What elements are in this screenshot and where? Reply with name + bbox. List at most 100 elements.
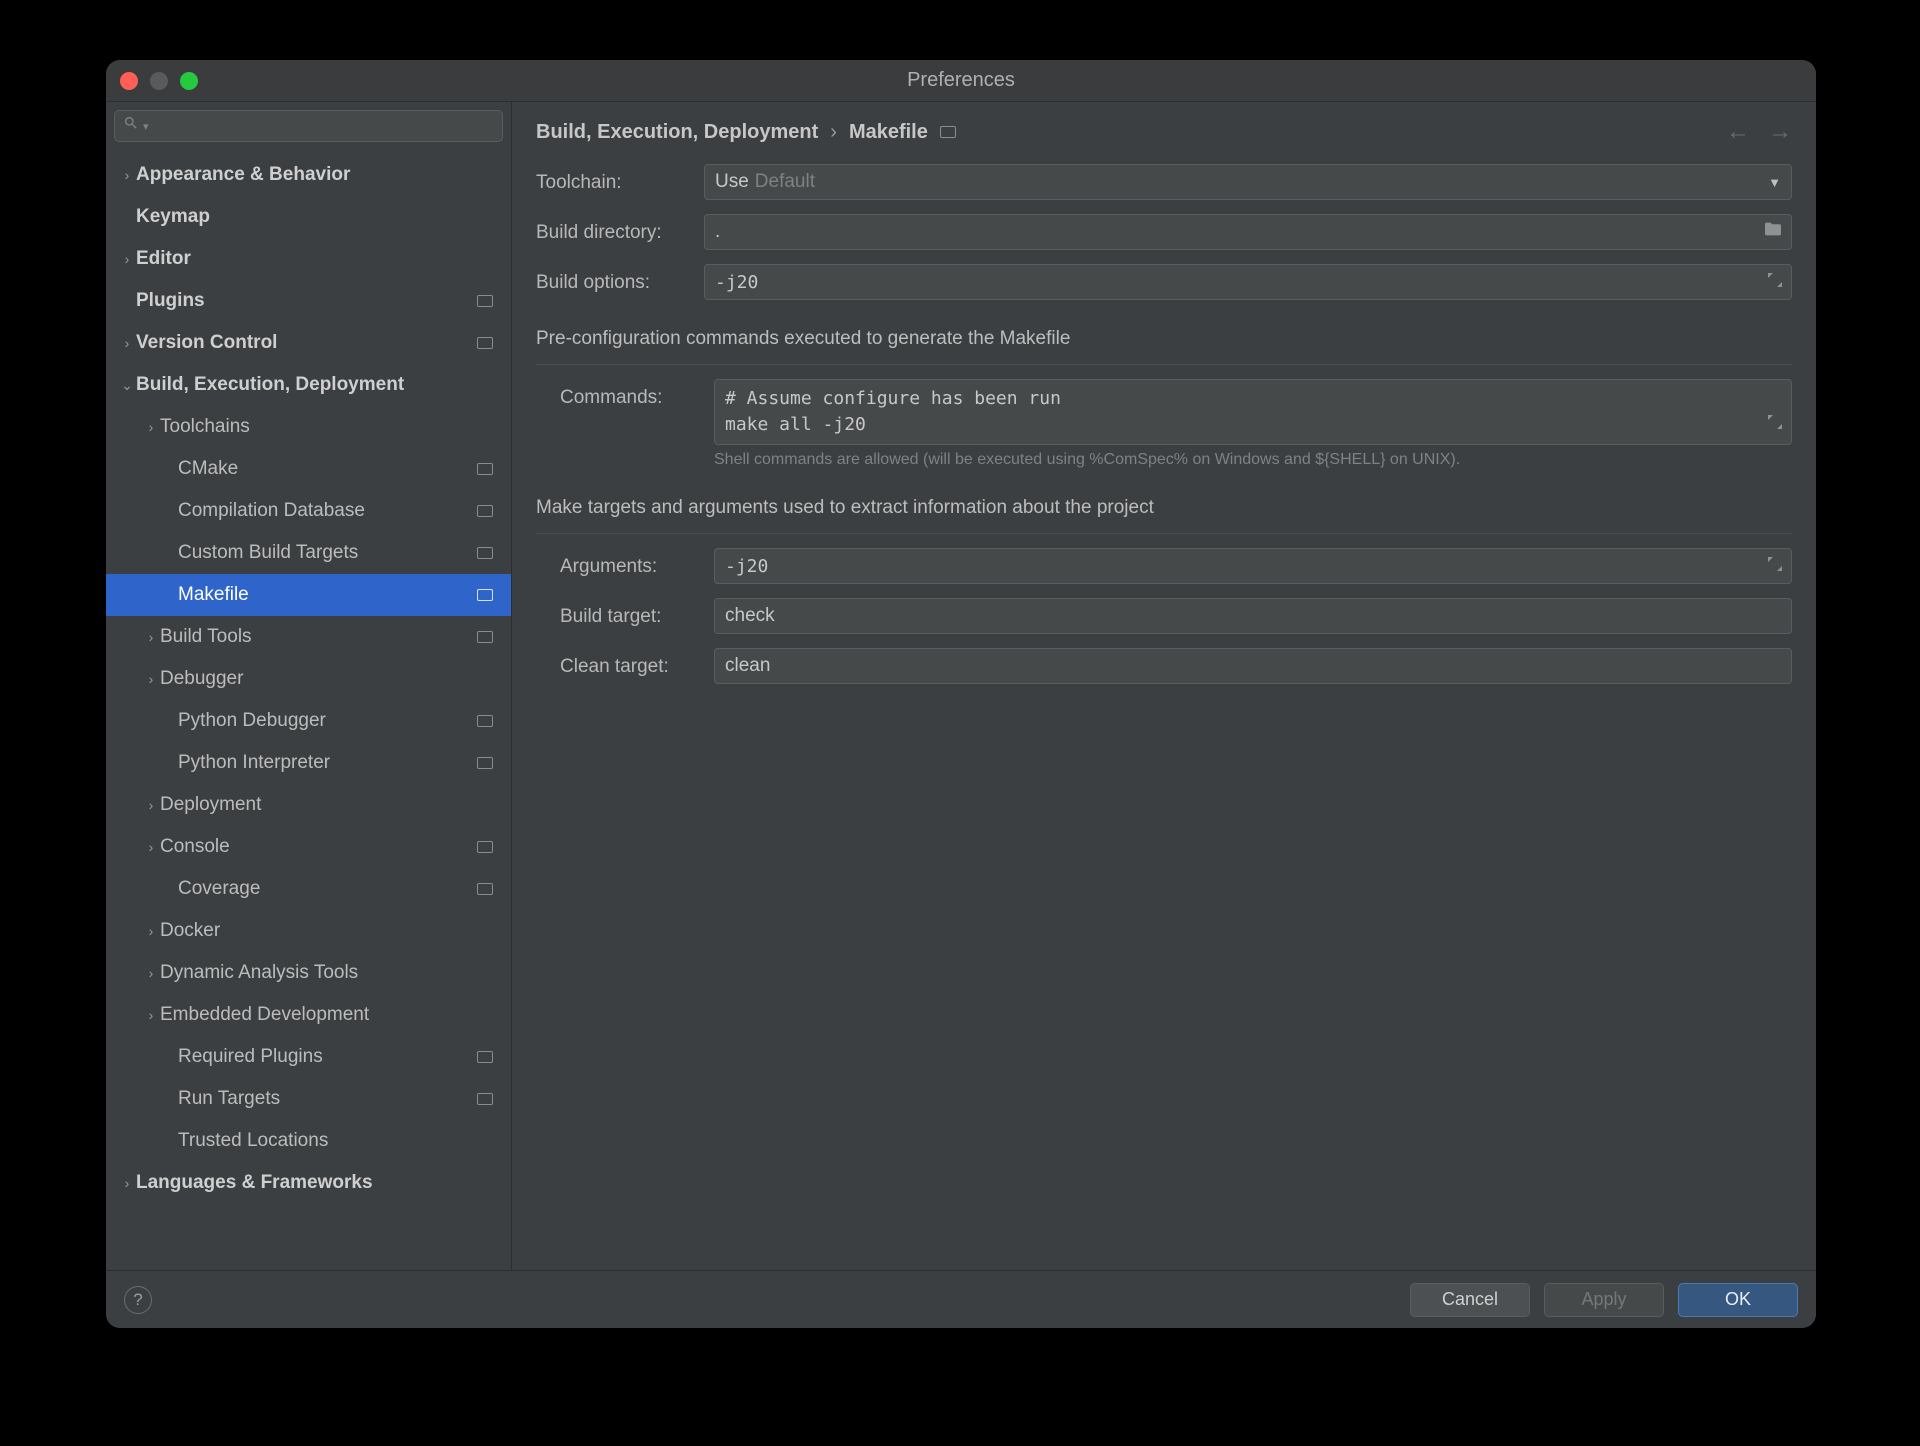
- sidebar-item-label: Trusted Locations: [178, 1130, 493, 1152]
- close-window[interactable]: [120, 72, 138, 90]
- sidebar-item-appearance-behavior[interactable]: ›Appearance & Behavior: [106, 154, 511, 196]
- sidebar-item-trusted-locations[interactable]: Trusted Locations: [106, 1120, 511, 1162]
- label-toolchain: Toolchain:: [536, 164, 692, 194]
- apply-button[interactable]: Apply: [1544, 1283, 1664, 1317]
- cancel-button[interactable]: Cancel: [1410, 1283, 1530, 1317]
- chevron-icon: ›: [142, 797, 160, 813]
- chevron-icon: [142, 503, 160, 519]
- sidebar-item-label: Compilation Database: [178, 500, 477, 522]
- sidebar-item-label: Python Debugger: [178, 710, 477, 732]
- sidebar-item-label: Docker: [160, 920, 493, 942]
- chevron-icon: [142, 461, 160, 477]
- ok-button[interactable]: OK: [1678, 1283, 1798, 1317]
- search-icon: [123, 115, 139, 137]
- sidebar-item-version-control[interactable]: ›Version Control: [106, 322, 511, 364]
- chevron-icon: ›: [142, 965, 160, 981]
- build-target-value: check: [725, 605, 775, 627]
- back-icon[interactable]: ←: [1726, 118, 1750, 146]
- sidebar-item-run-targets[interactable]: Run Targets: [106, 1078, 511, 1120]
- arguments-value: -j20: [725, 556, 768, 577]
- expand-icon[interactable]: [1572, 386, 1783, 464]
- search-input[interactable]: ▾: [114, 110, 503, 142]
- chevron-icon: ›: [142, 671, 160, 687]
- sidebar-item-docker[interactable]: ›Docker: [106, 910, 511, 952]
- sidebar-item-keymap[interactable]: Keymap: [106, 196, 511, 238]
- project-scope-icon: [477, 547, 493, 559]
- sidebar-item-console[interactable]: ›Console: [106, 826, 511, 868]
- help-button[interactable]: ?: [124, 1286, 152, 1314]
- project-scope-icon: [477, 1093, 493, 1105]
- sidebar-item-cmake[interactable]: CMake: [106, 448, 511, 490]
- sidebar-item-build-execution-deployment[interactable]: ⌄Build, Execution, Deployment: [106, 364, 511, 406]
- row-build-target: Build target: check: [560, 598, 1792, 634]
- titlebar: Preferences: [106, 60, 1816, 102]
- build-options-value: -j20: [715, 272, 758, 293]
- sidebar-item-languages-frameworks[interactable]: ›Languages & Frameworks: [106, 1162, 511, 1204]
- nav-arrows: ← →: [1726, 118, 1792, 146]
- sidebar-item-build-tools[interactable]: ›Build Tools: [106, 616, 511, 658]
- toolchain-value: Default: [755, 171, 815, 193]
- chevron-icon: [118, 209, 136, 225]
- sidebar-item-custom-build-targets[interactable]: Custom Build Targets: [106, 532, 511, 574]
- commands-input[interactable]: # Assume configure has been run make all…: [714, 379, 1792, 445]
- settings-main: Build, Execution, Deployment › Makefile …: [512, 102, 1816, 1270]
- sidebar-item-plugins[interactable]: Plugins: [106, 280, 511, 322]
- settings-tree[interactable]: ›Appearance & Behavior Keymap›Editor Plu…: [106, 150, 511, 1270]
- breadcrumb-leaf: Makefile: [849, 121, 928, 144]
- targets-group: Arguments: -j20 Build target: check: [536, 548, 1792, 684]
- window-title: Preferences: [106, 69, 1816, 92]
- section-targets: Make targets and arguments used to extra…: [536, 497, 1792, 534]
- sidebar-item-makefile[interactable]: Makefile: [106, 574, 511, 616]
- sidebar-item-embedded-development[interactable]: ›Embedded Development: [106, 994, 511, 1036]
- sidebar-item-label: Console: [160, 836, 477, 858]
- sidebar-item-deployment[interactable]: ›Deployment: [106, 784, 511, 826]
- arguments-input[interactable]: -j20: [714, 548, 1792, 584]
- search-wrap: ▾: [106, 102, 511, 150]
- chevron-icon: [142, 1091, 160, 1107]
- project-scope-icon: [477, 295, 493, 307]
- sidebar-item-label: Makefile: [178, 584, 477, 606]
- expand-icon[interactable]: [1767, 272, 1783, 293]
- project-scope-icon: [477, 337, 493, 349]
- maximize-window[interactable]: [180, 72, 198, 90]
- sidebar-item-label: Appearance & Behavior: [136, 164, 493, 186]
- sidebar-item-editor[interactable]: ›Editor: [106, 238, 511, 280]
- sidebar-item-label: Deployment: [160, 794, 493, 816]
- toolchain-dropdown[interactable]: Use Default ▼: [704, 164, 1792, 200]
- sidebar-item-toolchains[interactable]: ›Toolchains: [106, 406, 511, 448]
- project-scope-icon: [477, 757, 493, 769]
- breadcrumb-root: Build, Execution, Deployment: [536, 121, 818, 144]
- expand-icon[interactable]: [1767, 556, 1783, 577]
- build-target-input[interactable]: check: [714, 598, 1792, 634]
- chevron-icon: [142, 713, 160, 729]
- label-build-target: Build target:: [560, 598, 702, 628]
- sidebar-item-label: CMake: [178, 458, 477, 480]
- project-scope-icon: [477, 715, 493, 727]
- commands-wrap: # Assume configure has been run make all…: [714, 379, 1792, 469]
- row-toolchain: Toolchain: Use Default ▼: [536, 164, 1792, 200]
- clean-target-input[interactable]: clean: [714, 648, 1792, 684]
- window-controls: [106, 72, 198, 90]
- window-body: ▾ ›Appearance & Behavior Keymap›Editor P…: [106, 102, 1816, 1270]
- sidebar-item-python-debugger[interactable]: Python Debugger: [106, 700, 511, 742]
- sidebar-item-debugger[interactable]: ›Debugger: [106, 658, 511, 700]
- breadcrumb-sep-icon: ›: [830, 121, 837, 144]
- sidebar-item-python-interpreter[interactable]: Python Interpreter: [106, 742, 511, 784]
- project-scope-icon: [477, 883, 493, 895]
- sidebar-item-compilation-database[interactable]: Compilation Database: [106, 490, 511, 532]
- sidebar-item-dynamic-analysis-tools[interactable]: ›Dynamic Analysis Tools: [106, 952, 511, 994]
- toolchain-prefix: Use: [715, 171, 749, 193]
- build-dir-input[interactable]: .: [704, 214, 1792, 250]
- row-commands: Commands: # Assume configure has been ru…: [560, 379, 1792, 469]
- forward-icon[interactable]: →: [1768, 118, 1792, 146]
- sidebar-item-label: Debugger: [160, 668, 493, 690]
- sidebar-item-coverage[interactable]: Coverage: [106, 868, 511, 910]
- build-options-input[interactable]: -j20: [704, 264, 1792, 300]
- chevron-icon: ›: [118, 167, 136, 183]
- build-dir-value: .: [715, 221, 720, 243]
- sidebar-item-required-plugins[interactable]: Required Plugins: [106, 1036, 511, 1078]
- sidebar-item-label: Coverage: [178, 878, 477, 900]
- minimize-window[interactable]: [150, 72, 168, 90]
- breadcrumb: Build, Execution, Deployment › Makefile: [536, 121, 956, 144]
- folder-icon[interactable]: [1763, 221, 1783, 243]
